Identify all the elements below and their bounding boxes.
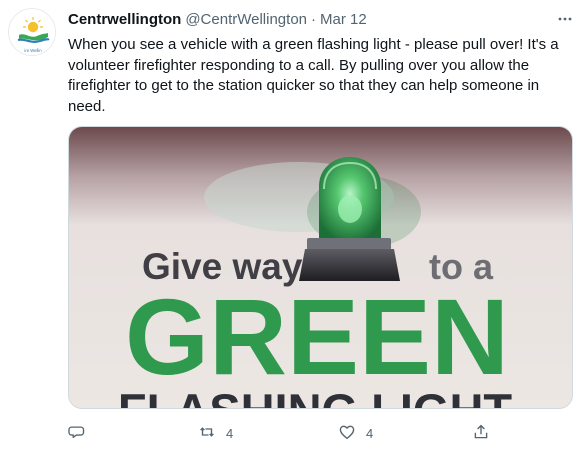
- media-green-text: GREEN: [125, 276, 509, 397]
- user-handle[interactable]: @CentrWellington: [185, 11, 307, 28]
- tweet-media-image[interactable]: Give way to a GREEN FLASHING LIGHT: [68, 126, 573, 409]
- share-icon: [472, 423, 490, 444]
- tweet-header: Centrwellington @CentrWellington · Mar 1…: [68, 8, 573, 30]
- reply-icon: [68, 423, 86, 444]
- heart-icon: [338, 423, 356, 444]
- reply-button[interactable]: [68, 420, 86, 446]
- tweet-actions: 4 4: [68, 420, 573, 446]
- avatar[interactable]: ire Wellin: [8, 8, 56, 56]
- avatar-logo-icon: ire Wellin: [10, 10, 55, 55]
- like-count: 4: [366, 425, 374, 441]
- tweet-card[interactable]: ire Wellin Centrwellington @CentrWelling…: [0, 0, 587, 456]
- separator-dot: ·: [311, 10, 316, 28]
- retweet-icon: [198, 423, 216, 444]
- like-button[interactable]: 4: [338, 420, 373, 446]
- tweet-text: When you see a vehicle with a green flas…: [68, 36, 559, 115]
- tweet-date[interactable]: Mar 12: [320, 11, 367, 28]
- retweet-button[interactable]: 4: [198, 420, 233, 446]
- svg-text:ire Wellin: ire Wellin: [24, 48, 42, 53]
- share-button[interactable]: [472, 420, 490, 446]
- retweet-count: 4: [226, 425, 234, 441]
- more-horizontal-icon[interactable]: [543, 8, 573, 30]
- media-flashing-light-text: FLASHING LIGHT: [118, 384, 513, 408]
- tweet-content: Centrwellington @CentrWellington · Mar 1…: [68, 8, 573, 117]
- display-name[interactable]: Centrwellington: [68, 11, 181, 28]
